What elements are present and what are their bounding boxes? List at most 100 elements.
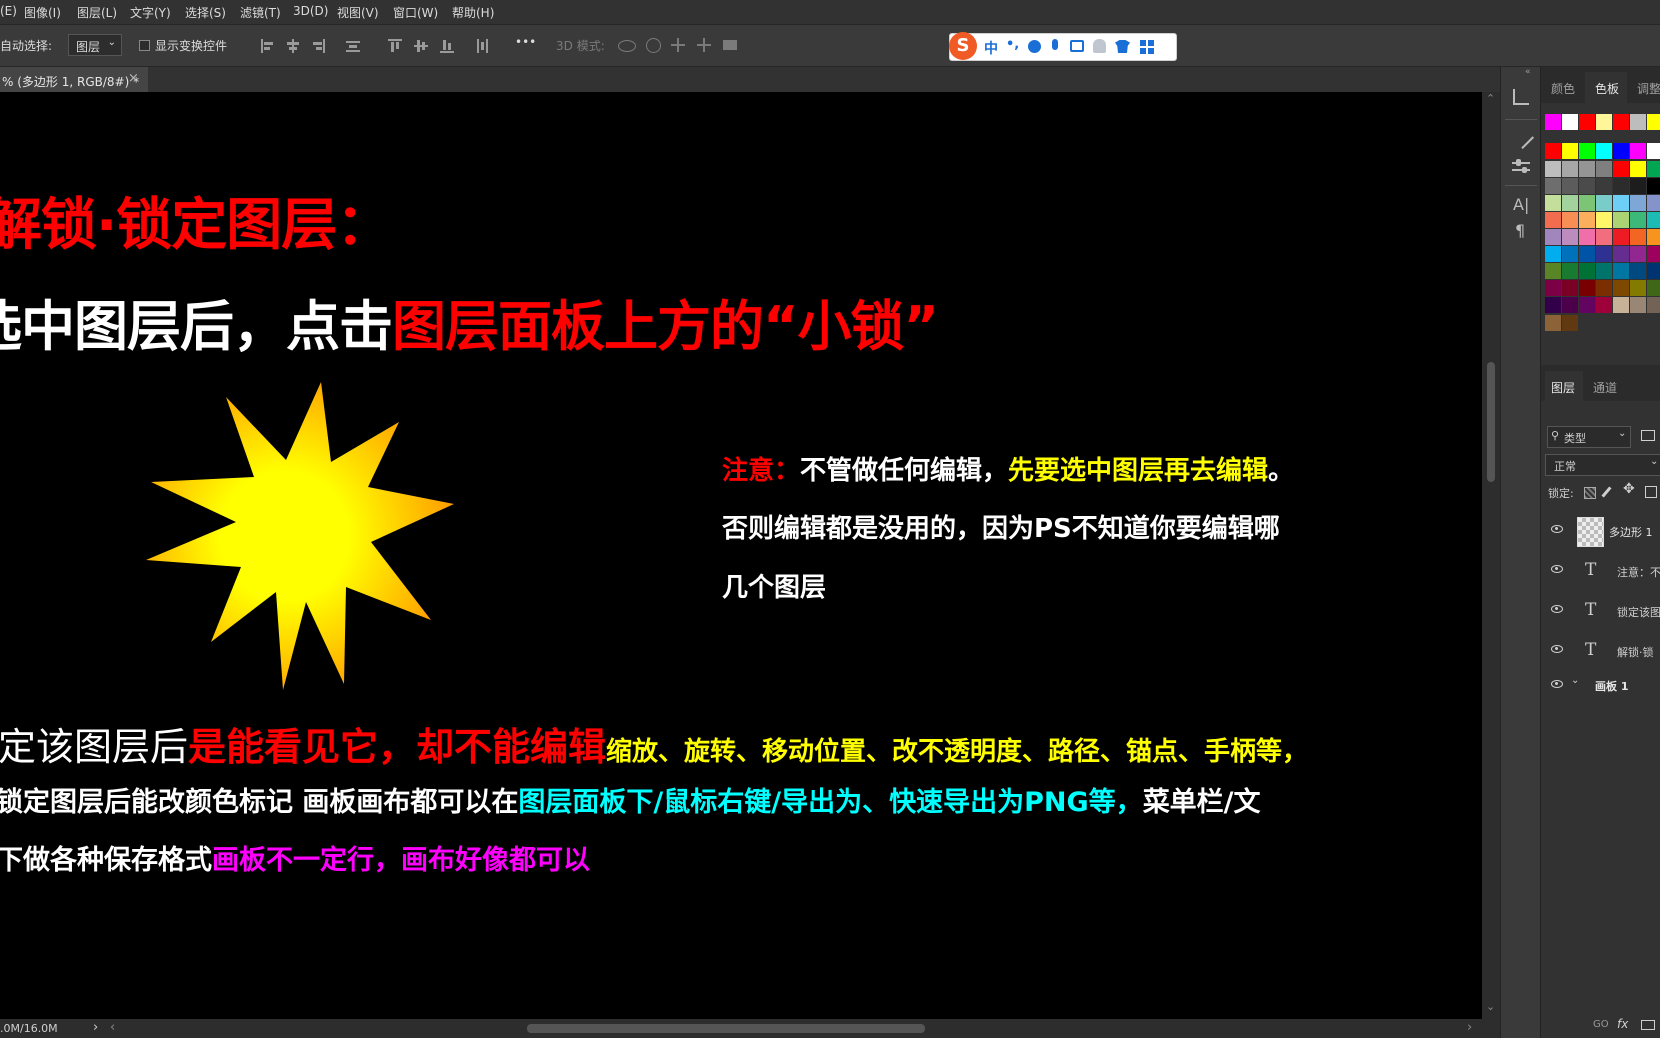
color-swatch[interactable] <box>1579 195 1595 211</box>
polygon-star-shape[interactable] <box>146 382 456 692</box>
color-swatch[interactable] <box>1630 297 1646 313</box>
visibility-eye-icon[interactable] <box>1551 680 1563 688</box>
color-swatch[interactable] <box>1596 195 1612 211</box>
color-swatch[interactable] <box>1647 263 1660 279</box>
3d-roll-icon[interactable] <box>646 38 661 53</box>
color-swatch[interactable] <box>1545 315 1561 331</box>
color-swatch[interactable] <box>1545 161 1561 177</box>
paragraph-panel-icon[interactable]: ¶ <box>1515 221 1525 240</box>
3d-pan-icon[interactable] <box>671 38 685 52</box>
lock-artboard-icon[interactable] <box>1645 486 1657 498</box>
color-swatch[interactable] <box>1613 229 1629 245</box>
character-panel-icon[interactable]: A| <box>1513 195 1529 214</box>
color-swatch[interactable] <box>1613 212 1629 228</box>
fx-icon[interactable]: fx <box>1617 1017 1628 1031</box>
3d-orbit-icon[interactable] <box>618 40 636 52</box>
menu-3d[interactable]: 3D(D) <box>293 4 328 18</box>
color-swatch[interactable] <box>1562 263 1578 279</box>
menu-image[interactable]: 图像(I) <box>24 4 61 21</box>
collapse-panels-icon[interactable]: « <box>1525 67 1531 77</box>
document-canvas[interactable]: 解锁·锁定图层： 选中图层后，点击图层面板上方的“小锁” 注意：不管做任何编辑，… <box>0 92 1482 1019</box>
color-swatch[interactable] <box>1647 212 1660 228</box>
lock-image-pixels-icon[interactable] <box>1601 486 1612 498</box>
color-swatch[interactable] <box>1647 195 1660 211</box>
scroll-right-icon[interactable]: › <box>1467 1020 1472 1035</box>
brush-icon[interactable] <box>1509 124 1535 150</box>
user-icon[interactable] <box>1093 39 1106 53</box>
tab-layers[interactable]: 图层 <box>1551 379 1575 396</box>
color-swatch[interactable] <box>1562 114 1578 130</box>
color-swatch[interactable] <box>1613 263 1629 279</box>
align-center-h-icon[interactable] <box>286 39 300 53</box>
horizontal-scroll-thumb[interactable] <box>527 1024 925 1033</box>
status-menu-arrow[interactable]: › <box>93 1020 98 1035</box>
menu-edit[interactable]: (E) <box>0 4 17 18</box>
more-options-icon[interactable]: ••• <box>515 35 536 49</box>
color-swatch[interactable] <box>1545 178 1561 194</box>
visibility-eye-icon[interactable] <box>1551 525 1563 533</box>
tab-channels[interactable]: 通道 <box>1593 379 1617 396</box>
color-swatch[interactable] <box>1596 143 1612 159</box>
color-swatch[interactable] <box>1562 178 1578 194</box>
color-swatch[interactable] <box>1579 178 1595 194</box>
auto-select-dropdown[interactable]: 图层 ⌄ <box>68 34 122 56</box>
color-swatch[interactable] <box>1613 114 1629 130</box>
color-swatch[interactable] <box>1579 114 1595 130</box>
visibility-eye-icon[interactable] <box>1551 565 1563 573</box>
color-swatch[interactable] <box>1596 263 1612 279</box>
color-swatch[interactable] <box>1545 212 1561 228</box>
skin-shirt-icon[interactable] <box>1115 40 1130 53</box>
3d-camera-icon[interactable] <box>723 40 737 50</box>
blend-mode-dropdown[interactable]: 正常 ⌄ <box>1545 454 1660 476</box>
distribute-icon[interactable] <box>346 39 360 53</box>
color-swatch[interactable] <box>1613 161 1629 177</box>
color-swatch[interactable] <box>1562 212 1578 228</box>
color-swatch[interactable] <box>1545 263 1561 279</box>
color-swatch[interactable] <box>1613 297 1629 313</box>
color-swatch[interactable] <box>1579 212 1595 228</box>
visibility-eye-icon[interactable] <box>1551 605 1563 613</box>
color-swatch[interactable] <box>1647 229 1660 245</box>
color-swatch[interactable] <box>1596 280 1612 296</box>
layer-row-artboard[interactable]: ⌄ 画板 1 <box>1541 671 1660 699</box>
visibility-eye-icon[interactable] <box>1551 645 1563 653</box>
color-swatch[interactable] <box>1579 280 1595 296</box>
color-swatch[interactable] <box>1545 229 1561 245</box>
3d-slide-icon[interactable] <box>697 38 711 52</box>
lock-transparent-pixels-icon[interactable] <box>1584 487 1596 499</box>
color-swatch[interactable] <box>1545 195 1561 211</box>
layer-filter-dropdown[interactable]: ⚲ 类型 ⌄ <box>1547 426 1631 448</box>
color-swatch[interactable] <box>1596 161 1612 177</box>
color-swatch[interactable] <box>1613 246 1629 262</box>
color-swatch[interactable] <box>1596 229 1612 245</box>
microphone-icon[interactable] <box>1052 39 1058 50</box>
expand-artboard-icon[interactable]: ⌄ <box>1571 675 1579 686</box>
color-swatch[interactable] <box>1613 195 1629 211</box>
color-swatch[interactable] <box>1562 315 1578 331</box>
color-swatch[interactable] <box>1596 246 1612 262</box>
color-swatch[interactable] <box>1562 280 1578 296</box>
color-swatch[interactable] <box>1596 297 1612 313</box>
color-swatch[interactable] <box>1545 297 1561 313</box>
color-swatch[interactable] <box>1596 178 1612 194</box>
color-swatch[interactable] <box>1647 246 1660 262</box>
color-swatch[interactable] <box>1579 246 1595 262</box>
color-swatch[interactable] <box>1630 246 1646 262</box>
menu-layer[interactable]: 图层(L) <box>77 4 117 21</box>
vertical-scroll-thumb[interactable] <box>1487 362 1495 482</box>
brush-settings-icon[interactable] <box>1512 159 1530 173</box>
ime-language-toggle[interactable]: 中 <box>984 38 998 58</box>
menu-filter[interactable]: 滤镜(T) <box>240 4 281 21</box>
color-swatch[interactable] <box>1579 297 1595 313</box>
color-swatch[interactable] <box>1630 263 1646 279</box>
color-swatch[interactable] <box>1579 143 1595 159</box>
sogou-logo-icon[interactable]: S <box>949 32 977 60</box>
color-swatch[interactable] <box>1579 161 1595 177</box>
menu-type[interactable]: 文字(Y) <box>130 4 171 21</box>
ime-punctuation-toggle[interactable]: •, <box>1006 37 1019 52</box>
color-swatch[interactable] <box>1579 263 1595 279</box>
layer-row-polygon[interactable]: 多边形 1 <box>1541 511 1660 551</box>
emoji-icon[interactable] <box>1028 40 1041 53</box>
color-swatch[interactable] <box>1630 178 1646 194</box>
color-swatch[interactable] <box>1545 143 1561 159</box>
